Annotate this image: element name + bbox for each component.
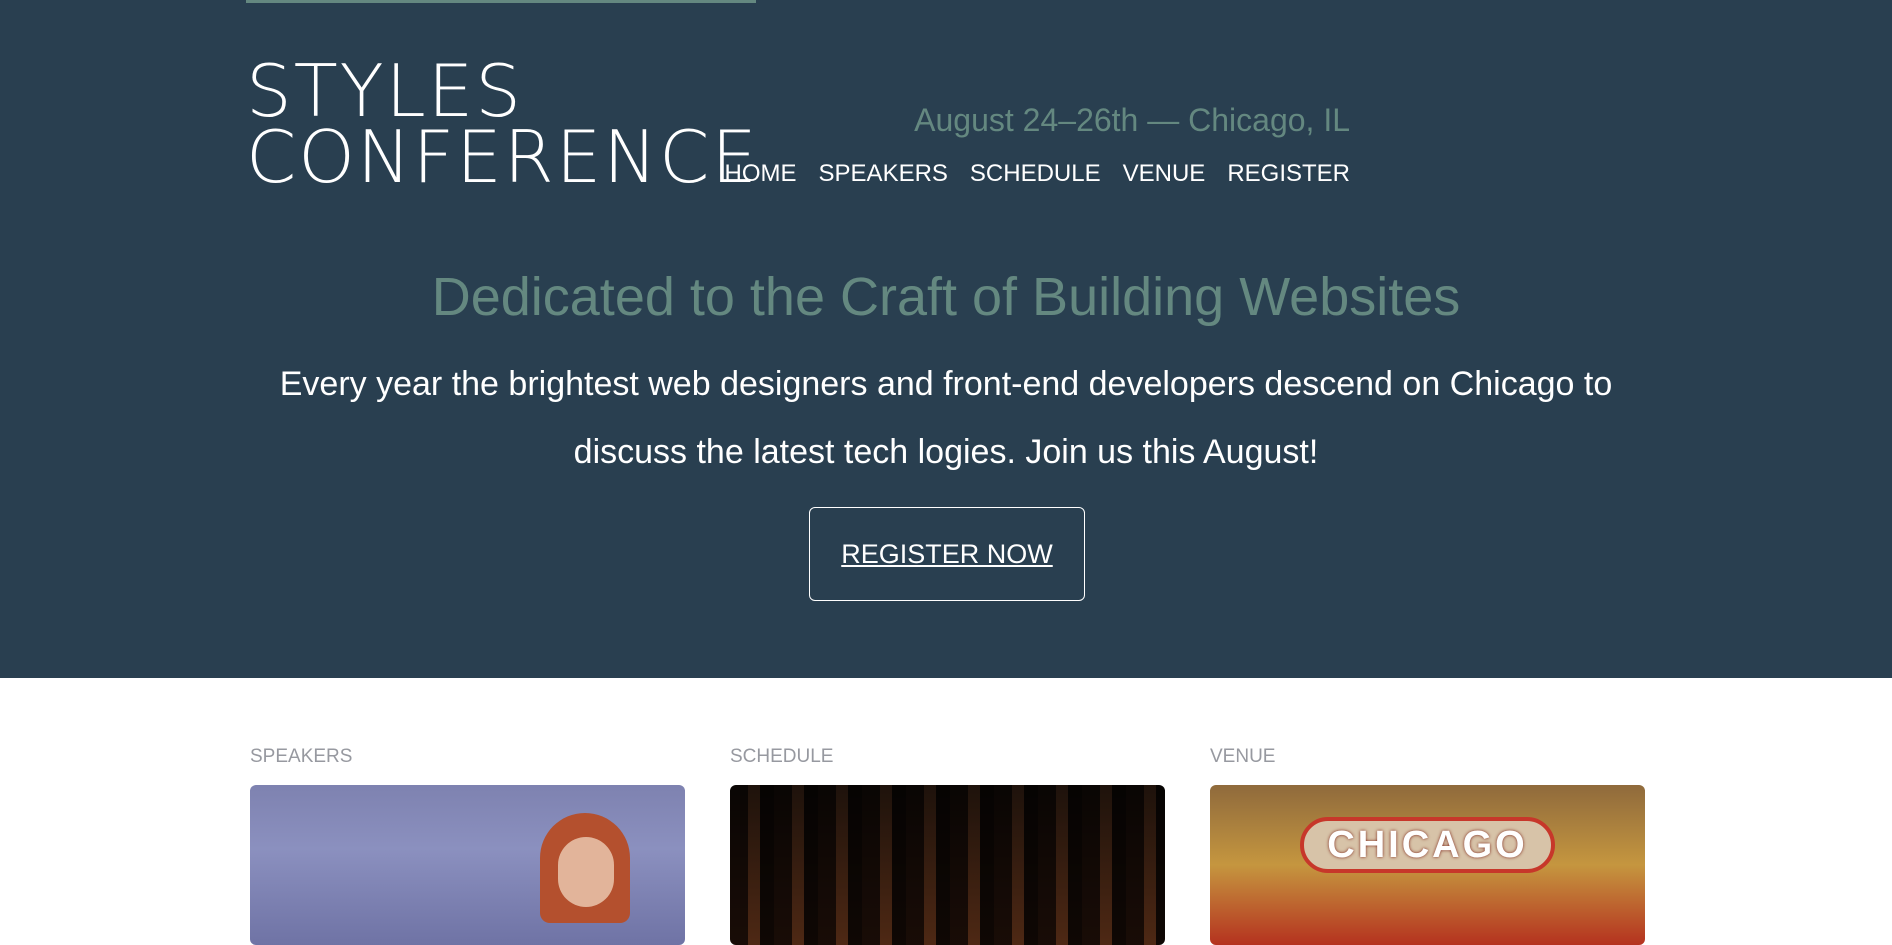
event-dates: August 24–26th — Chicago, IL [914,102,1350,138]
speaker-face-shape [558,837,614,907]
nav-schedule[interactable]: SCHEDULE [970,160,1101,188]
hero-lead: Every year the brightest web designers a… [279,365,1613,471]
register-now-button[interactable]: REGISTER NOW [809,507,1085,601]
speakers-photo[interactable] [250,785,685,945]
primary-nav: HOME SPEAKERS SCHEDULE VENUE REGISTER [725,160,1350,188]
teaser-schedule: SCHEDULE [730,745,1165,945]
chicago-theatre-sign: CHICAGO [1300,817,1555,873]
teaser-label-venue: VENUE [1210,746,1276,767]
nav-register[interactable]: REGISTER [1227,160,1350,188]
logo-accent-bar [246,0,756,3]
hero-section: STYLES CONFERENCE August 24–26th — Chica… [0,0,1892,678]
teaser-label-speakers: SPEAKERS [250,746,353,767]
schedule-photo[interactable] [730,785,1165,945]
hero-tagline: Dedicated to the Craft of Building Websi… [431,267,1461,327]
venue-photo[interactable]: CHICAGO [1210,785,1645,945]
nav-venue[interactable]: VENUE [1123,160,1206,188]
teaser-label-schedule: SCHEDULE [730,746,834,767]
site-logo[interactable]: STYLES CONFERENCE [246,55,759,199]
nav-speakers[interactable]: SPEAKERS [819,160,948,188]
nav-home[interactable]: HOME [725,160,797,188]
logo-line-conference: CONFERENCE [246,115,759,199]
teaser-venue: VENUE CHICAGO [1210,745,1645,945]
teaser-speakers: SPEAKERS [250,745,685,945]
